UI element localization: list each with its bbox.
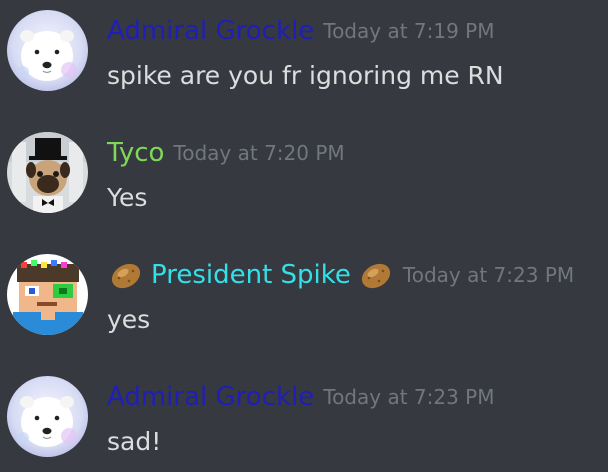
message-header: President Spike Today at 7:23 PM	[107, 256, 574, 294]
potato-icon	[357, 256, 395, 294]
pixel-character-avatar-icon[interactable]	[7, 254, 88, 335]
timestamp: Today at 7:23 PM	[323, 385, 495, 409]
timestamp: Today at 7:23 PM	[402, 263, 575, 287]
username[interactable]: Tyco	[107, 134, 164, 172]
message-content: sad!	[107, 427, 162, 456]
message-1: Admiral Grockle Today at 7:19 PM spike a…	[0, 0, 608, 112]
message-content: yes	[107, 305, 151, 334]
polar-bear-avatar-icon[interactable]	[7, 376, 88, 457]
timestamp: Today at 7:19 PM	[323, 19, 495, 43]
message-2: Tyco Today at 7:20 PM Yes	[0, 122, 608, 234]
username[interactable]: President Spike	[151, 256, 351, 294]
message-header: Admiral Grockle Today at 7:19 PM	[107, 12, 495, 50]
message-4: Admiral Grockle Today at 7:23 PM sad!	[0, 366, 608, 472]
message-content: spike are you fr ignoring me RN	[107, 61, 504, 90]
message-3: President Spike Today at 7:23 PM yes	[0, 244, 608, 356]
message-header: Admiral Grockle Today at 7:23 PM	[107, 378, 495, 416]
polar-bear-avatar-icon[interactable]	[7, 10, 88, 91]
username[interactable]: Admiral Grockle	[107, 12, 314, 50]
username[interactable]: Admiral Grockle	[107, 378, 314, 416]
chat-messages: Admiral Grockle Today at 7:19 PM spike a…	[0, 0, 608, 472]
message-content: Yes	[107, 183, 148, 212]
pug-top-hat-avatar-icon[interactable]	[7, 132, 88, 213]
timestamp: Today at 7:20 PM	[173, 141, 345, 165]
message-header: Tyco Today at 7:20 PM	[107, 134, 345, 172]
potato-icon	[107, 256, 145, 294]
